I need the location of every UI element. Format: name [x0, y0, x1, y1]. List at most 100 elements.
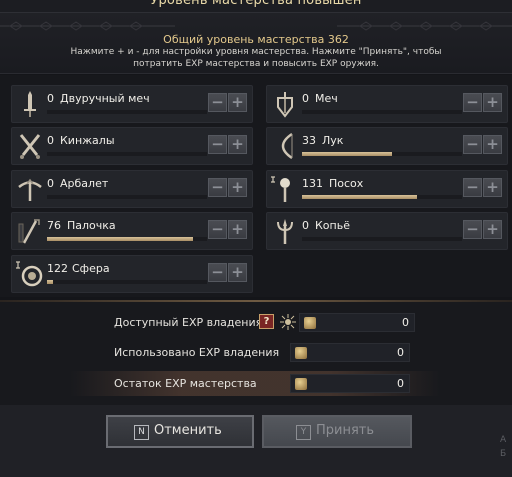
instructions-line-2: потратить EXP мастерства и повысить EXP … [133, 59, 379, 69]
footer-bar: N Отменить Y Принять [0, 405, 512, 477]
weapon-progress-bar [47, 237, 207, 241]
window-title: Уровень мастерства повышен [150, 0, 362, 8]
weapon-row-bow: 33 Лук − + [266, 127, 508, 165]
used-exp-value-box: 0 [290, 343, 410, 362]
weapon-name: Копьё [315, 219, 350, 232]
sword-shield-icon [270, 89, 300, 119]
decrease-button[interactable]: − [208, 93, 227, 112]
weapon-progress-bar [47, 110, 207, 114]
weapon-progress-bar [302, 195, 462, 199]
weapon-name: Сфера [72, 262, 110, 275]
remaining-exp-row: Остаток EXP мастерства 0 [70, 371, 440, 396]
increase-button[interactable]: + [483, 93, 502, 112]
weapon-name: Посох [329, 177, 364, 190]
weapon-level: 0 [47, 177, 54, 190]
weapon-row-orb: 122 Сфера − + [11, 255, 253, 293]
weapon-row-sword: 0 Меч − + [266, 85, 508, 123]
instructions-text: Нажмите + и - для настройки уровня масте… [60, 46, 452, 70]
exp-coin-icon [304, 317, 316, 329]
accept-hotkey: Y [296, 425, 311, 440]
exp-summary: Доступный EXP владения ? 0 Использовано … [0, 302, 512, 405]
weapon-row-crossbow: 0 Арбалет − + [11, 170, 253, 208]
weapon-progress-bar [302, 110, 462, 114]
exp-coin-icon [295, 347, 307, 359]
cancel-button[interactable]: N Отменить [106, 415, 254, 448]
weapon-progress-bar [47, 195, 207, 199]
greatsword-icon [15, 89, 45, 119]
weapon-progress-bar [47, 280, 207, 284]
weapon-progress-fill [302, 195, 418, 199]
weapon-level: 0 [302, 219, 309, 232]
accept-label: Принять [316, 423, 375, 438]
accept-button[interactable]: Y Принять [262, 415, 412, 448]
weapon-row-wand: 76 Палочка − + [11, 212, 253, 250]
weapon-level: 33 [302, 134, 316, 147]
weapon-row-daggers: 0 Кинжалы − + [11, 127, 253, 165]
increase-button[interactable]: + [483, 135, 502, 154]
spear-icon [270, 216, 300, 246]
available-exp-value: 0 [402, 316, 409, 329]
weapon-name: Меч [315, 92, 338, 105]
increase-button[interactable]: + [228, 263, 247, 282]
increase-button[interactable]: + [228, 220, 247, 239]
weapon-level: 0 [47, 92, 54, 105]
increase-button[interactable]: + [483, 178, 502, 197]
exp-coin-icon [295, 378, 307, 390]
weapon-row-greatsword: 0 Двуручный меч − + [11, 85, 253, 123]
increase-button[interactable]: + [483, 220, 502, 239]
weapon-progress-bar [302, 237, 462, 241]
edge-glyph-2: Б [500, 449, 507, 459]
cancel-hotkey: N [134, 425, 149, 440]
available-exp-row: Доступный EXP владения ? 0 [70, 310, 440, 335]
weapon-level: 76 [47, 219, 61, 232]
window-title-bar: Уровень мастерства повышен [0, 0, 512, 12]
edge-hint-text: A Б [500, 433, 506, 461]
weapon-name: Кинжалы [60, 134, 115, 147]
weapon-row-spear: 0 Копьё − + [266, 212, 508, 250]
weapon-progress-fill [47, 280, 54, 284]
weapon-progress-fill [302, 152, 392, 156]
cancel-label: Отменить [154, 423, 222, 438]
decrease-button[interactable]: − [463, 93, 482, 112]
decrease-button[interactable]: − [463, 220, 482, 239]
total-mastery-label: Общий уровень мастерства 362 [163, 33, 349, 46]
weapon-mastery-panel: 0 Двуручный меч − + 0 Меч − + 0 Кинжалы … [0, 75, 512, 297]
crossbow-icon [15, 174, 45, 204]
weapon-name: Лук [322, 134, 344, 147]
used-exp-row: Использовано EXP владения 0 [70, 340, 440, 365]
instructions-line-1: Нажмите + и - для настройки уровня масте… [70, 47, 442, 57]
used-exp-label: Использовано EXP владения [114, 346, 280, 359]
wand-icon [15, 216, 45, 246]
decrease-button[interactable]: − [208, 135, 227, 154]
increase-button[interactable]: + [228, 178, 247, 197]
header-panel: Общий уровень мастерства 362 Нажмите + и… [0, 12, 512, 74]
weapon-progress-fill [47, 237, 193, 241]
increase-button[interactable]: + [228, 135, 247, 154]
orb-icon [15, 259, 45, 289]
bow-icon [270, 131, 300, 161]
burst-icon [280, 314, 296, 330]
weapon-level: 122 [47, 262, 68, 275]
remaining-exp-value-box: 0 [290, 374, 410, 393]
help-icon[interactable]: ? [259, 314, 274, 329]
decrease-button[interactable]: − [208, 220, 227, 239]
weapon-progress-bar [302, 152, 462, 156]
weapon-row-staff: 131 Посох − + [266, 170, 508, 208]
decrease-button[interactable]: − [208, 178, 227, 197]
weapon-name: Арбалет [60, 177, 109, 190]
weapon-progress-bar [47, 152, 207, 156]
weapon-level: 0 [302, 92, 309, 105]
used-exp-value: 0 [397, 346, 404, 359]
increase-button[interactable]: + [228, 93, 247, 112]
weapon-level: 0 [47, 134, 54, 147]
decrease-button[interactable]: − [463, 135, 482, 154]
edge-glyph-1: A [500, 435, 507, 445]
decrease-button[interactable]: − [463, 178, 482, 197]
available-exp-value-box: 0 [299, 313, 415, 332]
weapon-level: 131 [302, 177, 323, 190]
available-exp-label: Доступный EXP владения [114, 316, 263, 329]
decrease-button[interactable]: − [208, 263, 227, 282]
daggers-icon [15, 131, 45, 161]
remaining-exp-label: Остаток EXP мастерства [114, 377, 257, 390]
weapon-name: Двуручный меч [60, 92, 150, 105]
